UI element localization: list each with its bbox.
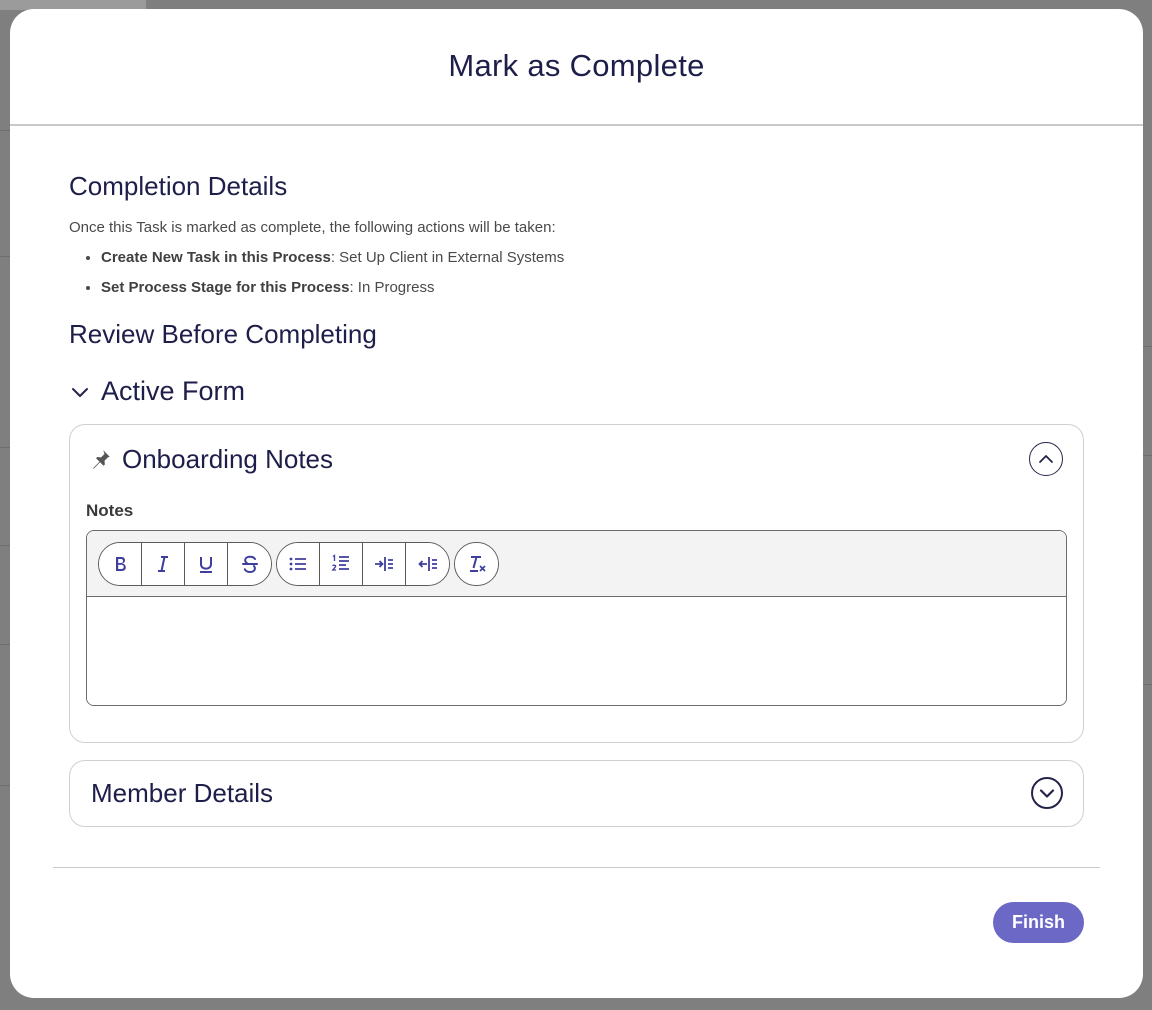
numbered-list-button[interactable]: [320, 542, 363, 585]
active-form-toggle[interactable]: Active Form: [69, 376, 1084, 407]
completion-action-item: Create New Task in this Process: Set Up …: [101, 243, 1084, 273]
chevron-down-icon: [1039, 789, 1055, 798]
collapse-button[interactable]: [1029, 442, 1063, 476]
notes-label: Notes: [86, 501, 134, 520]
background-divider: [0, 256, 10, 257]
pin-icon: [93, 450, 110, 469]
underline-icon: [200, 556, 212, 573]
expand-button[interactable]: [1031, 777, 1063, 809]
italic-icon: [158, 555, 168, 572]
completion-intro-text: Once this Task is marked as complete, th…: [69, 219, 556, 236]
format-button-group: [98, 541, 272, 586]
action-label: Set Process Stage for this Process: [101, 279, 350, 296]
background-divider: [0, 785, 10, 786]
clear-format-button[interactable]: [455, 542, 498, 585]
footer-divider: [53, 867, 1100, 868]
bold-button[interactable]: [99, 542, 142, 585]
finish-button[interactable]: Finish: [993, 902, 1084, 943]
strikethrough-icon: [241, 555, 258, 573]
bullet-list-icon: [289, 557, 306, 570]
bold-icon: [116, 556, 126, 571]
notes-rich-text-editor: [86, 530, 1067, 706]
dialog-title: Mark as Complete: [448, 47, 705, 83]
member-details-title: Member Details: [91, 778, 274, 808]
bullet-list-button[interactable]: [277, 542, 320, 585]
strikethrough-button[interactable]: [228, 542, 271, 585]
active-form-label: Active Form: [101, 376, 246, 406]
chevron-down-icon: [72, 387, 88, 397]
chevron-up-icon: [1039, 455, 1053, 463]
indent-button[interactable]: [363, 542, 406, 585]
action-value: : In Progress: [349, 279, 435, 296]
notes-input[interactable]: [87, 597, 1066, 705]
member-details-card[interactable]: Member Details: [69, 760, 1084, 827]
underline-button[interactable]: [185, 542, 228, 585]
dialog-body: Completion Details Once this Task is mar…: [10, 171, 1143, 827]
mark-complete-dialog: Mark as Complete Completion Details Once…: [10, 9, 1143, 998]
background-divider: [1142, 455, 1152, 456]
dialog-header: Mark as Complete: [10, 9, 1143, 126]
action-label: Create New Task in this Process: [101, 249, 331, 266]
background-divider: [0, 130, 10, 131]
background-divider: [0, 644, 10, 645]
editor-toolbar: [87, 531, 1066, 597]
background-divider: [1142, 346, 1152, 347]
completion-action-item: Set Process Stage for this Process: In P…: [101, 273, 1084, 303]
clear-format-icon: [469, 555, 486, 572]
clear-format-group: [454, 541, 499, 586]
background-divider: [0, 447, 10, 448]
outdent-icon: [417, 556, 437, 571]
indent-icon: [375, 556, 393, 571]
action-value: : Set Up Client in External Systems: [330, 249, 565, 266]
review-heading: Review Before Completing: [69, 319, 377, 349]
numbered-list-icon: [331, 553, 349, 571]
italic-button[interactable]: [142, 542, 185, 585]
background-divider: [1142, 684, 1152, 685]
outdent-button[interactable]: [406, 542, 449, 585]
onboarding-notes-title: Onboarding Notes: [122, 443, 334, 474]
background-divider: [0, 545, 10, 546]
list-button-group: [276, 541, 450, 586]
onboarding-notes-card: Onboarding Notes Notes: [69, 424, 1084, 743]
onboarding-notes-header: Onboarding Notes: [86, 425, 1067, 493]
completion-actions-list: Create New Task in this Process: Set Up …: [69, 243, 1084, 303]
completion-details-heading: Completion Details: [69, 171, 288, 201]
